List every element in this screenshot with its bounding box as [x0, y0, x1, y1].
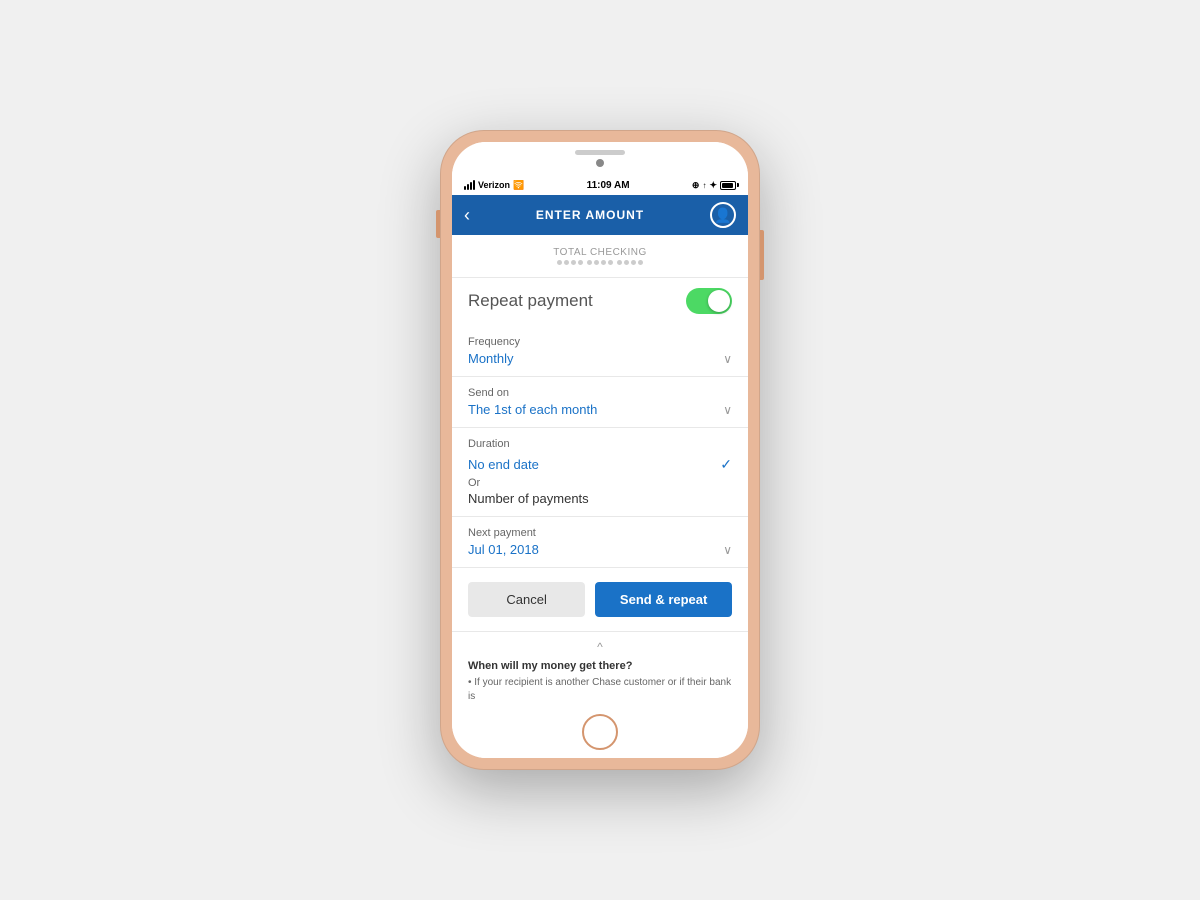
repeat-payment-toggle[interactable] — [686, 288, 732, 314]
send-on-row: The 1st of each month ∨ — [468, 402, 732, 417]
buttons-row: Cancel Send & repeat — [452, 568, 748, 631]
send-on-chevron-icon: ∨ — [723, 403, 732, 417]
or-label: Or — [468, 477, 732, 489]
app-header: ‹ ENTER AMOUNT 👤 — [452, 195, 748, 235]
dot-7 — [601, 260, 606, 265]
account-name: TOTAL CHECKING — [468, 247, 732, 258]
page-title: ENTER AMOUNT — [536, 208, 644, 222]
send-on-label: Send on — [468, 387, 732, 399]
dot-12 — [638, 260, 643, 265]
signal-bar-2 — [467, 184, 469, 190]
account-dots — [557, 260, 583, 265]
check-icon: ✓ — [720, 456, 732, 473]
phone-speaker — [575, 150, 625, 155]
account-number — [468, 260, 732, 265]
info-text: • If your recipient is another Chase cus… — [468, 676, 732, 704]
location-icon: ⊕ — [692, 180, 700, 191]
no-end-date-label: No end date — [468, 457, 539, 472]
send-on-section[interactable]: Send on The 1st of each month ∨ — [452, 377, 748, 428]
phone-camera — [596, 159, 604, 167]
next-payment-chevron-icon: ∨ — [723, 543, 732, 557]
phone-bottom — [452, 708, 748, 758]
toggle-knob — [708, 290, 730, 312]
info-title: When will my money get there? — [468, 660, 732, 672]
frequency-section[interactable]: Frequency Monthly ∨ — [452, 326, 748, 377]
home-button[interactable] — [582, 714, 618, 750]
number-of-payments-option[interactable]: Number of payments — [468, 491, 732, 506]
carrier-label: Verizon — [478, 180, 510, 190]
repeat-payment-row: Repeat payment — [452, 278, 748, 326]
app-content: TOTAL CHECKING — [452, 235, 748, 708]
arrow-icon: ↑ — [702, 181, 706, 190]
duration-label: Duration — [468, 438, 732, 450]
dot-11 — [631, 260, 636, 265]
dot-9 — [617, 260, 622, 265]
battery-icon — [720, 181, 736, 190]
account-dots-2 — [587, 260, 613, 265]
duration-section: Duration No end date ✓ Or Number of paym… — [452, 428, 748, 517]
dot-1 — [557, 260, 562, 265]
next-payment-value: Jul 01, 2018 — [468, 542, 539, 557]
frequency-label: Frequency — [468, 336, 732, 348]
next-payment-row: Jul 01, 2018 ∨ — [468, 542, 732, 557]
info-toggle[interactable]: ^ — [468, 640, 732, 654]
chevron-up-icon: ^ — [597, 640, 603, 654]
wifi-icon: 🛜 — [513, 180, 524, 191]
signal-bar-3 — [470, 182, 472, 190]
phone-device: Verizon 🛜 11:09 AM ⊕ ↑ ✦ ‹ ENTER AMOUNT … — [440, 130, 760, 770]
signal-bar-4 — [473, 180, 475, 190]
status-time: 11:09 AM — [587, 180, 630, 191]
repeat-payment-label: Repeat payment — [468, 291, 593, 311]
battery-fill — [722, 183, 733, 188]
send-on-value: The 1st of each month — [468, 402, 597, 417]
account-dots-3 — [617, 260, 643, 265]
profile-button[interactable]: 👤 — [710, 202, 736, 228]
phone-top — [452, 142, 748, 175]
bluetooth-icon: ✦ — [709, 180, 717, 191]
signal-bar-1 — [464, 186, 466, 190]
signal-bars — [464, 180, 475, 190]
status-bar: Verizon 🛜 11:09 AM ⊕ ↑ ✦ — [452, 175, 748, 195]
dot-3 — [571, 260, 576, 265]
back-button[interactable]: ‹ — [464, 205, 470, 226]
send-repeat-button[interactable]: Send & repeat — [595, 582, 732, 617]
frequency-chevron-icon: ∨ — [723, 352, 732, 366]
cancel-button[interactable]: Cancel — [468, 582, 585, 617]
frequency-value: Monthly — [468, 351, 514, 366]
dot-4 — [578, 260, 583, 265]
info-section: ^ When will my money get there? • If you… — [452, 631, 748, 708]
dot-10 — [624, 260, 629, 265]
dot-8 — [608, 260, 613, 265]
dot-5 — [587, 260, 592, 265]
profile-icon: 👤 — [714, 207, 731, 224]
next-payment-section[interactable]: Next payment Jul 01, 2018 ∨ — [452, 517, 748, 568]
frequency-row: Monthly ∨ — [468, 351, 732, 366]
status-right: ⊕ ↑ ✦ — [692, 180, 736, 191]
dot-6 — [594, 260, 599, 265]
dot-2 — [564, 260, 569, 265]
account-section: TOTAL CHECKING — [452, 235, 748, 278]
next-payment-label: Next payment — [468, 527, 732, 539]
status-left: Verizon 🛜 — [464, 180, 524, 191]
no-end-date-option[interactable]: No end date ✓ — [468, 456, 732, 473]
